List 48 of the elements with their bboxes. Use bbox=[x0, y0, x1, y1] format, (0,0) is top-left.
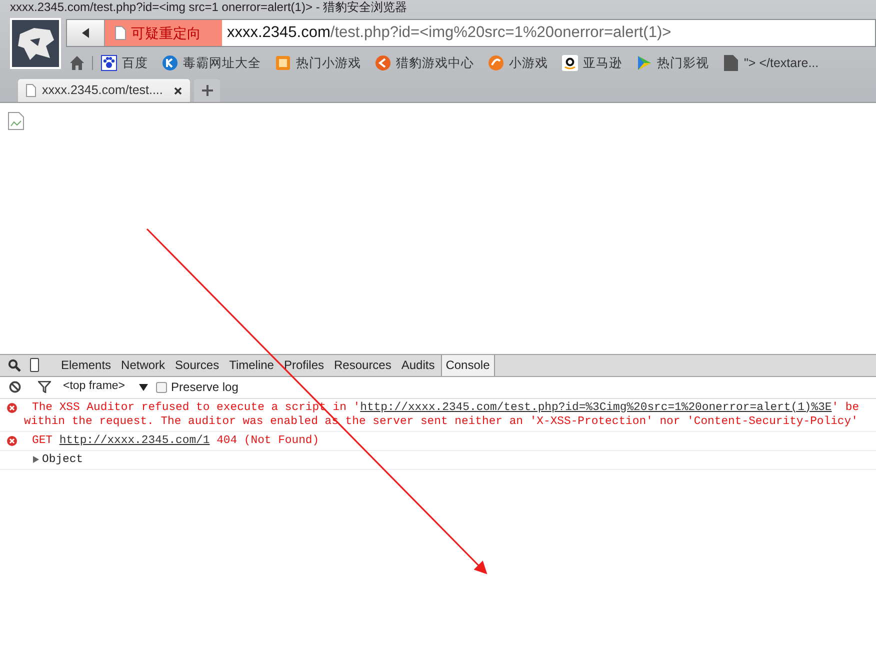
chevron-circle-icon bbox=[375, 55, 391, 71]
devtools-tab[interactable]: Audits bbox=[397, 354, 439, 376]
devtools-tab[interactable]: Profiles bbox=[280, 354, 328, 376]
error-message: GET http://xxxx.2345.com/1 404 (Not Found) bbox=[32, 434, 320, 448]
letter-a-icon bbox=[562, 55, 578, 71]
play-icon bbox=[636, 55, 652, 71]
error-icon bbox=[7, 402, 17, 412]
bookmark-item[interactable]: "> </textare... bbox=[723, 54, 819, 72]
new-tab-button[interactable] bbox=[194, 79, 220, 102]
bookmark-item[interactable]: 亚马逊 bbox=[562, 54, 622, 72]
error-icon bbox=[7, 436, 17, 446]
devtools-tab[interactable]: Timeline bbox=[225, 354, 278, 376]
phone-icon[interactable] bbox=[30, 358, 39, 372]
bookmark-item[interactable]: 百度 bbox=[101, 54, 148, 72]
devtools-tab[interactable]: Sources bbox=[171, 354, 224, 376]
preserve-log-checkbox[interactable]: Preserve log bbox=[156, 378, 238, 396]
search-icon[interactable] bbox=[8, 358, 21, 372]
page-icon bbox=[723, 55, 739, 71]
swirl-icon bbox=[488, 55, 504, 71]
bookmark-item[interactable]: 热门影视 bbox=[636, 54, 709, 72]
devtools-tab[interactable]: Resources bbox=[330, 354, 396, 376]
caret-icon bbox=[139, 384, 148, 390]
close-icon[interactable] bbox=[174, 86, 182, 94]
object-entry[interactable]: Object bbox=[33, 452, 84, 466]
page-icon bbox=[26, 84, 36, 97]
devtools-tab[interactable]: Network bbox=[117, 354, 170, 376]
filter-icon[interactable] bbox=[38, 381, 51, 393]
url-link[interactable]: http://xxxx.2345.com/test.php?id=%3Cimg%20src=1%20onerror=alert(1)%3E bbox=[360, 402, 832, 414]
devtools-tab[interactable]: Elements bbox=[57, 354, 116, 376]
browser-tab[interactable]: xxxx.2345.com/test.... bbox=[18, 79, 190, 102]
plus-icon bbox=[202, 85, 212, 96]
bookmark-item[interactable]: 毒霸网址大全 bbox=[162, 54, 261, 72]
error-message: The XSS Auditor refused to execute a script in 'http://xxxx.2345.com/test.php?id=%3Cimg%20src=1%20onerror=alert(1)%3E' be bbox=[32, 400, 860, 414]
browser-logo[interactable] bbox=[10, 18, 61, 69]
letter-k-icon bbox=[162, 55, 178, 71]
window-title: xxxx.2345.com/test.php?id=<img src=1 onerror=alert(1)> - 猎豹安全浏览器 bbox=[9, 0, 408, 14]
bookmark-item[interactable]: 小游戏 bbox=[488, 54, 548, 72]
bookmark-item[interactable]: 热门小游戏 bbox=[275, 54, 361, 72]
game-icon bbox=[275, 55, 291, 71]
paw-icon bbox=[101, 55, 117, 71]
clear-icon[interactable] bbox=[9, 381, 21, 393]
bookmark-item[interactable]: 猎豹游戏中心 bbox=[375, 54, 474, 72]
broken-image-icon bbox=[8, 112, 24, 130]
home-icon[interactable] bbox=[70, 56, 84, 70]
frame-dropdown[interactable]: <top frame> bbox=[63, 378, 148, 396]
url-link[interactable]: http://xxxx.2345.com/1 bbox=[59, 434, 210, 446]
expand-triangle-icon bbox=[33, 456, 39, 463]
devtools-tab[interactable]: Console bbox=[440, 354, 495, 376]
